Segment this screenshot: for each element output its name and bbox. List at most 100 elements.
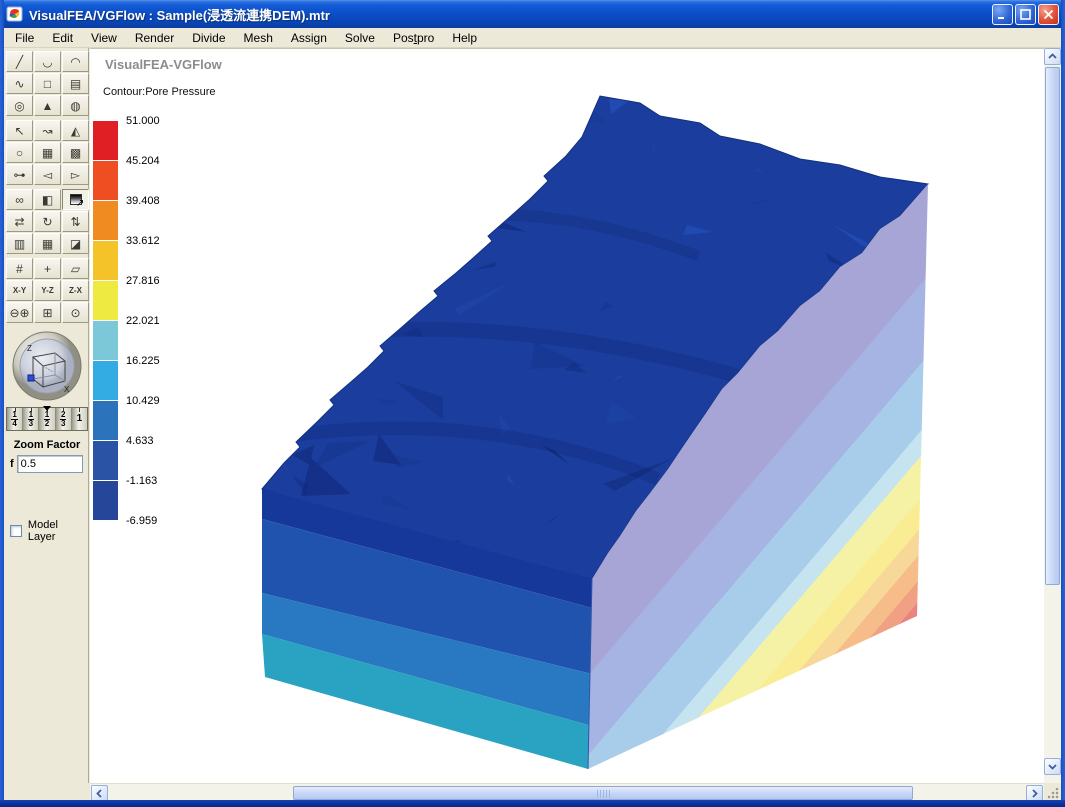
box-wireframe-icon: ▱ xyxy=(70,261,81,276)
shade-surface-icon: ◧ xyxy=(41,192,54,207)
scroll-left-button[interactable] xyxy=(91,785,108,801)
viewport-canvas[interactable]: VisualFEA-VGFlow Contour:Pore Pressure 5… xyxy=(90,48,1044,783)
draw-spline-button[interactable]: ∿ xyxy=(6,73,33,94)
toolbar-group: ↖ ↝ ◭ ○ ▦ ▩ ⊶ ◅ ▻ xyxy=(6,120,89,185)
legend-value: 4.633 xyxy=(126,435,154,447)
mesh-move-button[interactable]: + xyxy=(34,258,61,279)
fraction-pointer[interactable] xyxy=(43,406,51,411)
rotate-cube-button[interactable]: ↻ xyxy=(34,211,61,232)
legend-value: 16.225 xyxy=(126,355,160,367)
menu-divide[interactable]: Divide xyxy=(183,29,234,47)
scroll-up-button[interactable] xyxy=(1044,48,1061,65)
select-volume-button[interactable]: ▩ xyxy=(62,142,89,163)
scroll-thumb-grip xyxy=(597,790,610,798)
legend-value: 51.000 xyxy=(126,115,160,127)
horizontal-scrollbar[interactable] xyxy=(90,783,1044,801)
legend-color-segment xyxy=(93,281,118,321)
viewport-heading: VisualFEA-VGFlow xyxy=(105,57,222,72)
extrude-cube-button[interactable]: ⇄ xyxy=(6,211,33,232)
contour-label: Contour:Pore Pressure xyxy=(103,86,216,98)
draw-arc-button[interactable]: ◡ xyxy=(34,51,61,72)
zoom-in-out-button[interactable]: ⊖⊕ xyxy=(6,302,33,323)
menu-postpro[interactable]: Postpro xyxy=(384,29,443,47)
draw-curve-button[interactable]: ◠ xyxy=(62,51,89,72)
hatch-cube-button[interactable]: ▦ xyxy=(34,233,61,254)
minimize-button[interactable] xyxy=(992,3,1013,25)
fraction-1-3[interactable]: 13 xyxy=(23,408,40,430)
title-bar[interactable]: VisualFEA/VGFlow : Sample(浸透流連携DEM).mtr xyxy=(0,0,1065,28)
axis-label-z: Z xyxy=(27,344,32,353)
draw-line-button[interactable]: ╱ xyxy=(6,51,33,72)
plane-zx-button[interactable]: Z-X xyxy=(62,280,89,301)
fraction-1[interactable]: 1 xyxy=(71,408,88,430)
resize-grip[interactable] xyxy=(1044,783,1061,801)
menu-render[interactable]: Render xyxy=(126,29,183,47)
select-node-button[interactable]: ↖ xyxy=(6,120,33,141)
mesh-move-icon: + xyxy=(43,261,51,276)
scroll-down-button[interactable] xyxy=(1044,758,1061,775)
maximize-button[interactable] xyxy=(1015,3,1036,25)
menu-file[interactable]: File xyxy=(6,29,43,47)
select-face-button[interactable]: ◅ xyxy=(34,164,61,185)
menu-help[interactable]: Help xyxy=(443,29,486,47)
toolbar-group: ∞ ◧ ⇄ ↻ ⇅ ▥ ▦ ◪ xyxy=(6,189,89,254)
window-border-bottom xyxy=(0,800,1065,807)
toolbar-group: ╱ ◡ ◠ ∿ □ ▤ ◎ ▲ ◍ xyxy=(6,51,89,116)
draw-circle-icon: ◎ xyxy=(14,98,25,113)
shade-surface-button[interactable]: ◧ xyxy=(34,189,61,210)
draw-cone-icon: ▲ xyxy=(41,98,54,113)
contour-tool-button[interactable] xyxy=(62,189,89,210)
draw-rectangle-button[interactable]: □ xyxy=(34,73,61,94)
legend-color-segment xyxy=(93,481,118,521)
menu-view[interactable]: View xyxy=(82,29,126,47)
menu-mesh[interactable]: Mesh xyxy=(235,29,282,47)
select-lasso-icon: ○ xyxy=(15,145,24,160)
select-mesh-button[interactable]: ▦ xyxy=(34,142,61,163)
fraction-1-2[interactable]: 12 xyxy=(39,408,56,430)
zoom-factor-input[interactable]: 0.5 xyxy=(16,455,83,473)
horizontal-scroll-thumb[interactable] xyxy=(293,786,913,800)
mesh-edit-button[interactable]: # xyxy=(6,258,33,279)
legend-value: 33.612 xyxy=(126,235,160,247)
center-view-icon: ⊙ xyxy=(70,305,81,320)
view-orientation-trackball[interactable]: Z X xyxy=(7,329,87,403)
select-lasso-button[interactable]: ○ xyxy=(6,142,33,163)
close-button[interactable] xyxy=(1038,3,1059,25)
pan-cube-button[interactable]: ⇅ xyxy=(62,211,89,232)
select-curve-button[interactable]: ↝ xyxy=(34,120,61,141)
fraction-1-4[interactable]: 14 xyxy=(7,408,24,430)
hatch-cube-icon: ▦ xyxy=(41,236,54,251)
plane-xy-button[interactable]: X-Y xyxy=(6,280,33,301)
menu-assign[interactable]: Assign xyxy=(282,29,336,47)
vertical-scroll-thumb[interactable] xyxy=(1045,67,1060,585)
select-element-button[interactable]: ▻ xyxy=(62,164,89,185)
draw-disc-button[interactable]: ◍ xyxy=(62,95,89,116)
stripe-cube-button[interactable]: ▥ xyxy=(6,233,33,254)
window-border-right xyxy=(1061,0,1065,807)
scroll-right-button[interactable] xyxy=(1026,785,1043,801)
draw-circle-button[interactable]: ◎ xyxy=(6,95,33,116)
profile-curve-button[interactable]: ∞ xyxy=(6,189,33,210)
draw-cone-button[interactable]: ▲ xyxy=(34,95,61,116)
select-point-button[interactable]: ⊶ xyxy=(6,164,33,185)
draw-surface-button[interactable]: ▤ xyxy=(62,73,89,94)
select-surface-button[interactable]: ◭ xyxy=(62,120,89,141)
menu-solve[interactable]: Solve xyxy=(336,29,384,47)
menu-edit[interactable]: Edit xyxy=(43,29,82,47)
draw-rectangle-icon: □ xyxy=(43,76,52,91)
legend-color-segment xyxy=(93,401,118,441)
fit-view-button[interactable]: ⊞ xyxy=(34,302,61,323)
select-surface-icon: ◭ xyxy=(70,123,81,138)
legend-color-segment xyxy=(93,121,118,161)
fraction-2-3[interactable]: 23 xyxy=(55,408,72,430)
center-view-button[interactable]: ⊙ xyxy=(62,302,89,323)
trackball-handle[interactable] xyxy=(27,374,35,382)
zoom-factor-field-label: f xyxy=(10,458,14,470)
cut-cube-button[interactable]: ◪ xyxy=(62,233,89,254)
select-node-icon: ↖ xyxy=(14,123,25,138)
plane-yz-button[interactable]: Y-Z xyxy=(34,280,61,301)
box-wireframe-button[interactable]: ▱ xyxy=(62,258,89,279)
profile-curve-icon: ∞ xyxy=(15,192,24,207)
model-layer-checkbox[interactable] xyxy=(10,525,22,537)
vertical-scrollbar[interactable] xyxy=(1044,48,1061,783)
